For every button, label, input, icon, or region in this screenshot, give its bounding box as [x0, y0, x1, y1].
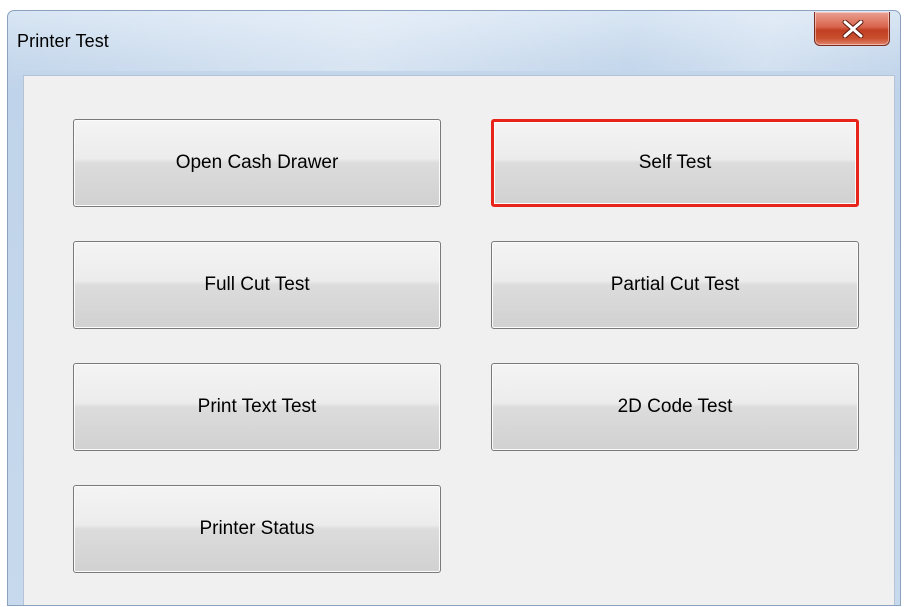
self-test-button[interactable]: Self Test — [491, 119, 859, 207]
window-title: Printer Test — [17, 31, 109, 51]
close-icon — [842, 20, 864, 38]
printer-test-window: Printer Test Open Cash Drawer Self Test … — [7, 10, 901, 606]
open-cash-drawer-button[interactable]: Open Cash Drawer — [73, 119, 441, 207]
full-cut-test-button[interactable]: Full Cut Test — [73, 241, 441, 329]
printer-status-button[interactable]: Printer Status — [73, 485, 441, 573]
dialog-client-area: Open Cash Drawer Self Test Full Cut Test… — [23, 75, 895, 605]
partial-cut-test-button[interactable]: Partial Cut Test — [491, 241, 859, 329]
close-button[interactable] — [814, 12, 890, 46]
print-text-test-button[interactable]: Print Text Test — [73, 363, 441, 451]
2d-code-test-button[interactable]: 2D Code Test — [491, 363, 859, 451]
